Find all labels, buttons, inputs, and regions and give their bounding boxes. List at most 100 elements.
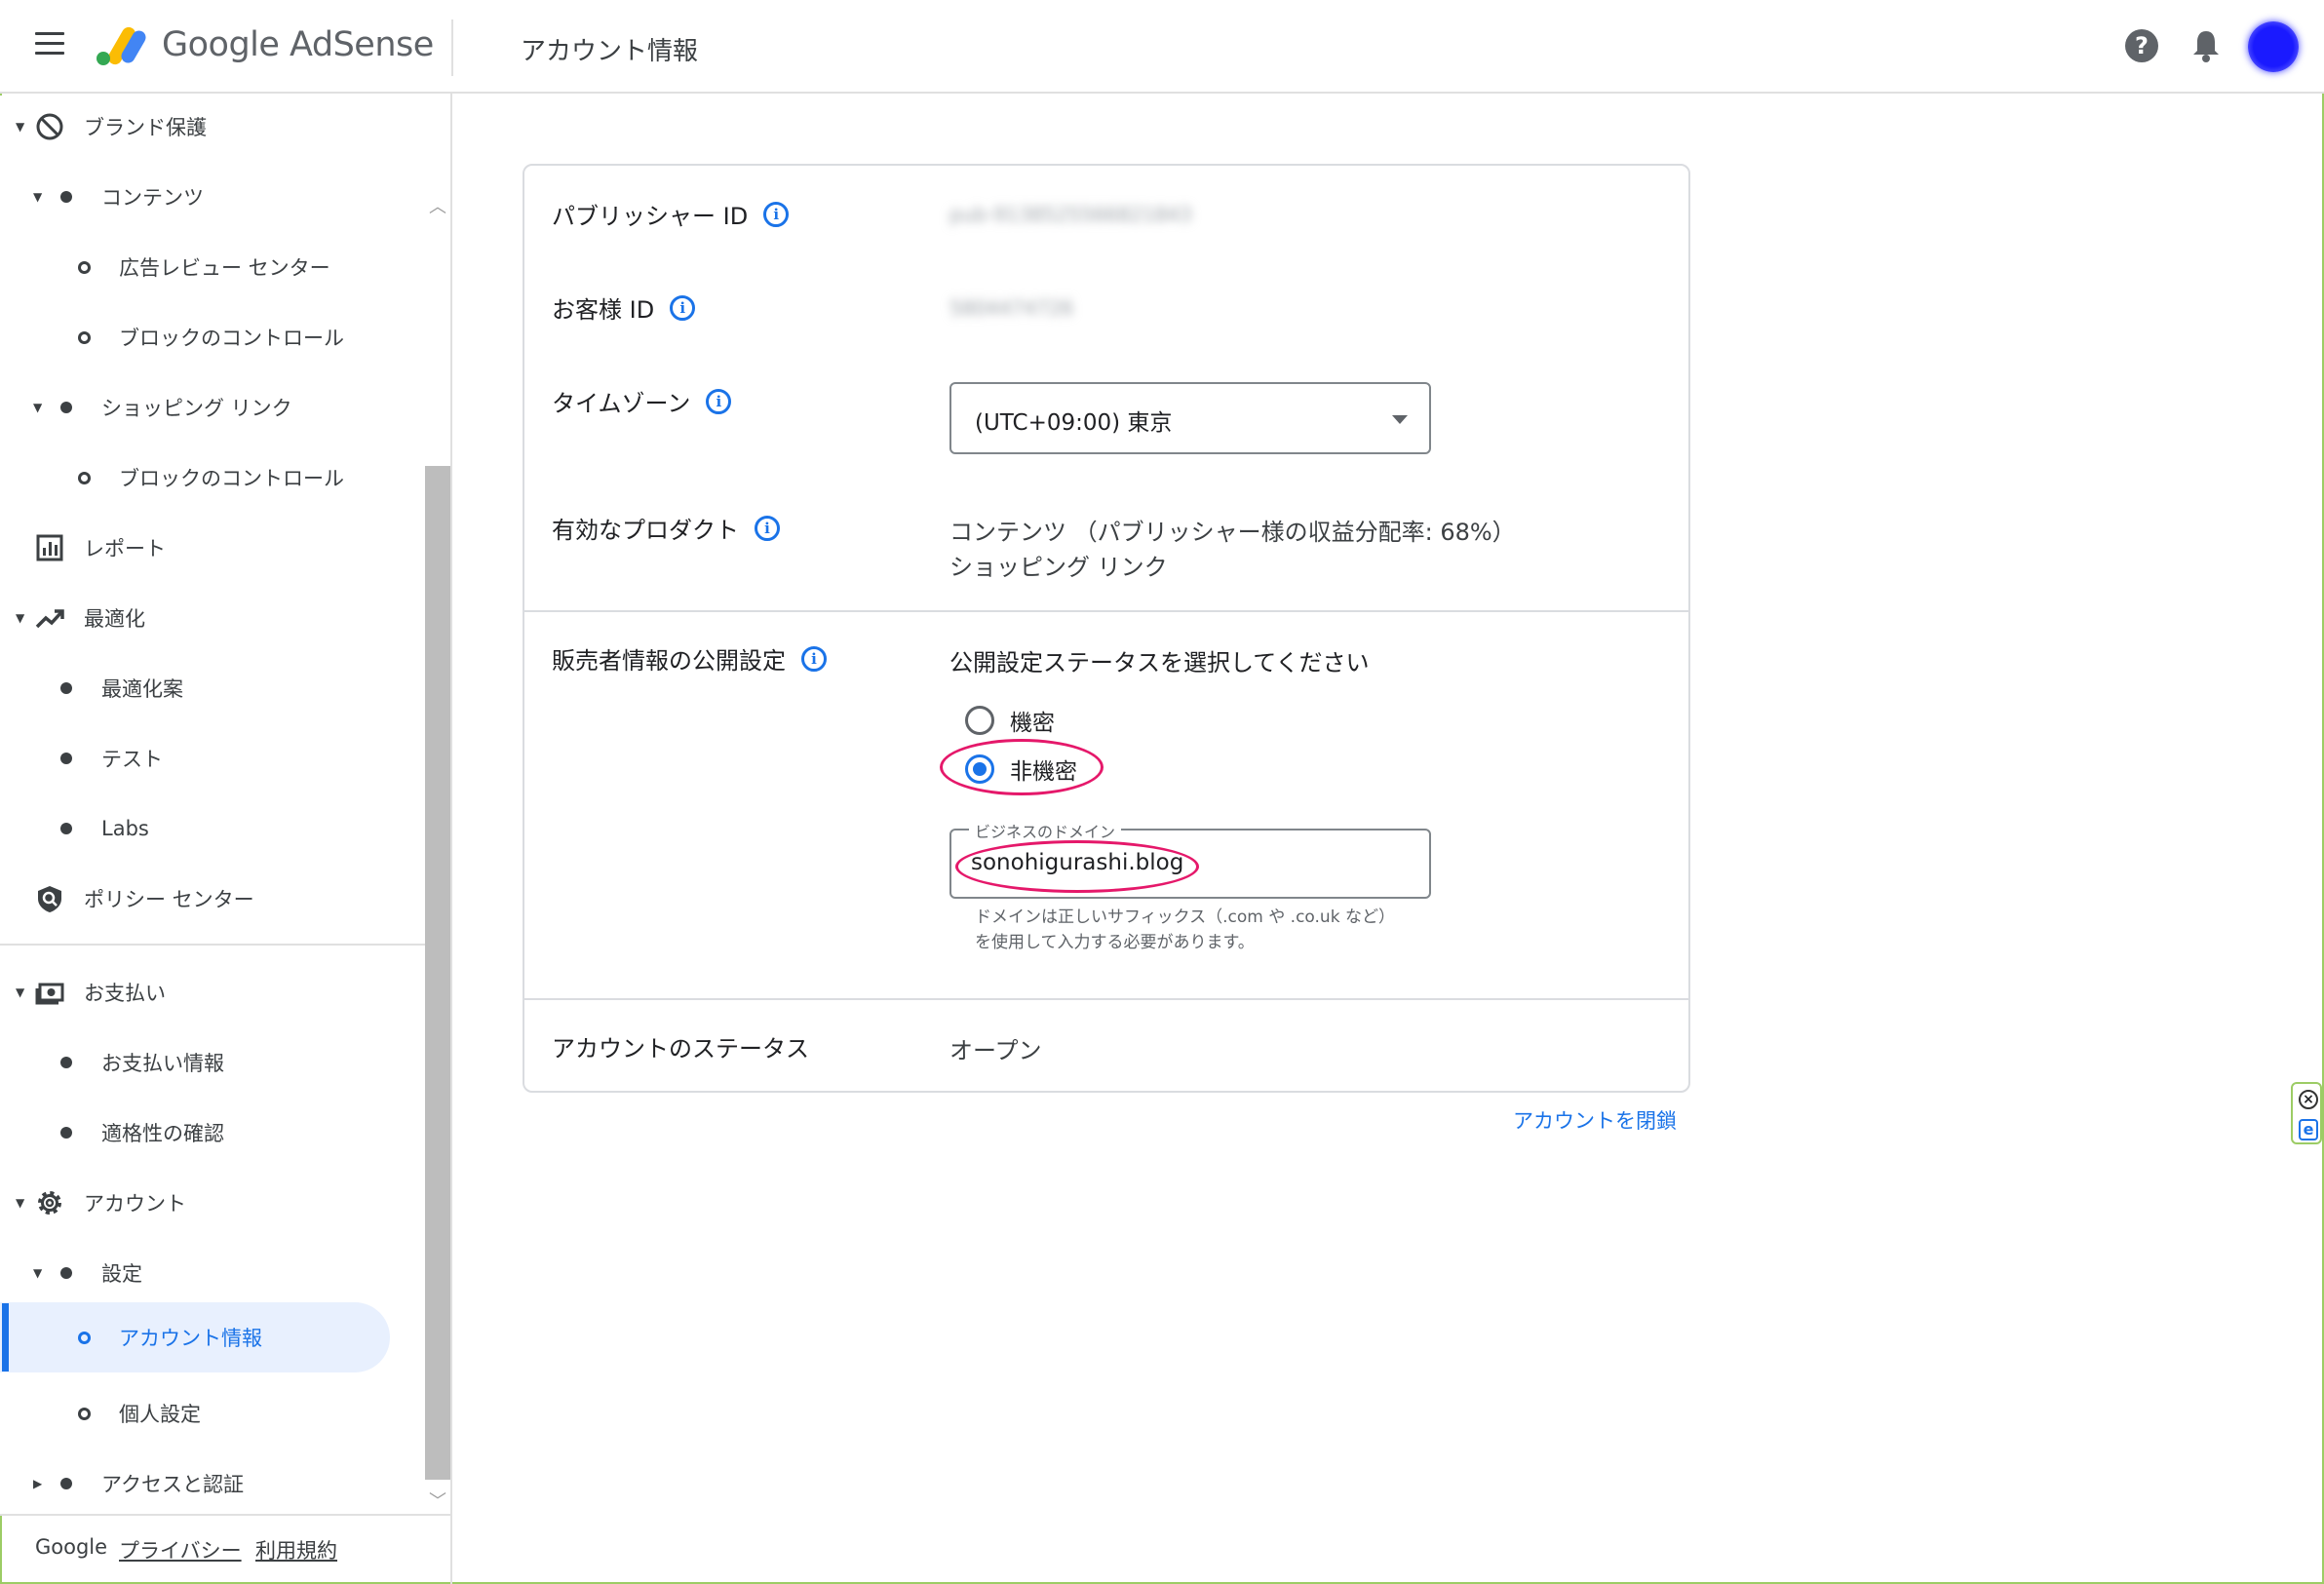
publisher-id-label: パブリッシャー ID i	[552, 197, 790, 231]
privacy-link[interactable]: プライバシー	[119, 1535, 242, 1565]
sidebar-item-ad-review-center[interactable]: 広告レビュー センター	[0, 238, 425, 296]
bullet-icon	[60, 682, 72, 694]
sidebar-item-payments[interactable]: ▼ お支払い	[0, 963, 425, 1022]
publisher-id-label-text: パブリッシャー ID	[552, 203, 749, 230]
avatar[interactable]	[2248, 21, 2299, 72]
sidebar-item-labs[interactable]: Labs	[0, 799, 425, 858]
block-icon	[36, 113, 63, 140]
ring-icon	[78, 1407, 91, 1420]
bullet-icon	[60, 191, 72, 203]
sidebar-item-label: アカウント	[84, 1192, 186, 1216]
publisher-id-value: pub-9138525566821843	[949, 203, 1192, 226]
sidebar-item-payments-info[interactable]: お支払い情報	[0, 1033, 425, 1092]
bullet-icon	[60, 402, 72, 413]
seller-prompt: 公開設定ステータスを選択してください	[949, 649, 1370, 676]
sidebar-item-blocking-controls[interactable]: ブロックのコントロール	[0, 308, 425, 367]
customer-id-label: お客様 ID i	[552, 290, 696, 325]
sidebar-item-label: アカウント情報	[119, 1327, 262, 1350]
scroll-up-icon[interactable]: ︿	[429, 193, 446, 218]
sidebar-item-experiments[interactable]: テスト	[0, 729, 425, 788]
sidebar-item-label: ポリシー センター	[84, 888, 254, 911]
adsense-logo-icon	[97, 26, 146, 65]
notification-bell-icon[interactable]	[2189, 27, 2223, 64]
sidebar-item-brand-protection[interactable]: ▼ ブランド保護	[0, 97, 425, 156]
bar-chart-icon	[36, 534, 63, 561]
sidebar-item-optimization[interactable]: ▼ 最適化	[0, 589, 425, 647]
radio-confidential[interactable]	[965, 706, 994, 735]
ring-icon	[78, 1331, 91, 1344]
timezone-label-text: タイムゾーン	[552, 390, 691, 417]
sidebar-item-policy-center[interactable]: ポリシー センター	[0, 869, 425, 928]
seller-info-label: 販売者情報の公開設定 i	[552, 641, 827, 676]
sidebar-item-label: お支払い情報	[101, 1052, 224, 1075]
top-bar: Google AdSense アカウント情報 ?	[0, 0, 2324, 94]
business-domain-label: ビジネスのドメイン	[969, 819, 1122, 842]
info-icon[interactable]: i	[801, 645, 827, 672]
caret-down-icon: ▼	[33, 401, 43, 414]
sidebar-scrollbar[interactable]	[425, 466, 450, 1480]
customer-id-value: 5804474726	[949, 296, 1074, 320]
radio-non-confidential[interactable]	[965, 754, 994, 784]
help-icon[interactable]: ?	[2125, 29, 2158, 62]
sidebar-divider	[0, 944, 425, 946]
sidebar-item-label: 最適化案	[101, 677, 183, 701]
info-icon[interactable]: i	[755, 515, 780, 541]
caret-down-icon: ▼	[16, 120, 25, 134]
sidebar-item-reports[interactable]: レポート	[0, 519, 425, 577]
info-icon[interactable]: i	[706, 388, 732, 414]
timezone-selected-value: (UTC+09:00) 東京	[975, 410, 1173, 436]
menu-icon[interactable]	[35, 32, 64, 56]
sidebar-item-account-information[interactable]: アカウント情報	[0, 1302, 390, 1372]
radio-confidential-label[interactable]: 機密	[1010, 704, 1055, 737]
sidebar-item-label: ブロックのコントロール	[119, 467, 344, 490]
status-value: オープン	[949, 1037, 1042, 1064]
timezone-select[interactable]: (UTC+09:00) 東京	[949, 382, 1431, 454]
sidebar-item-label: Labs	[101, 817, 149, 840]
sidebar-item-personal-settings[interactable]: 個人設定	[0, 1384, 425, 1443]
sidebar-item-label: ショッピング リンク	[101, 397, 292, 420]
bullet-icon	[60, 1478, 72, 1489]
sidebar-item-label: テスト	[101, 748, 163, 771]
sidebar-item-label: お支払い	[84, 982, 166, 1005]
sidebar-item-access-authorization[interactable]: ▶ アクセスと認証	[0, 1454, 425, 1513]
sidebar-item-shopping-blocking-controls[interactable]: ブロックのコントロール	[0, 448, 425, 507]
sidebar-item-label: レポート	[84, 537, 166, 560]
extension-widget[interactable]: × e	[2291, 1082, 2322, 1144]
business-domain-input[interactable]	[971, 850, 1400, 875]
sidebar-item-label: 最適化	[84, 607, 145, 631]
products-line-2: ショッピング リンク	[949, 554, 1168, 581]
trending-up-icon	[35, 609, 64, 629]
card-divider	[524, 998, 1688, 1000]
info-icon[interactable]: i	[763, 201, 790, 227]
ring-icon	[78, 330, 91, 344]
sidebar-item-shopping-links[interactable]: ▼ ショッピング リンク	[0, 378, 425, 437]
close-account-link[interactable]: アカウントを閉鎖	[1513, 1105, 1677, 1135]
app-name: Google AdSense	[162, 25, 434, 64]
extension-icon[interactable]: e	[2299, 1119, 2318, 1140]
sidebar-item-label: 個人設定	[119, 1403, 201, 1426]
radio-non-confidential-label[interactable]: 非機密	[1010, 753, 1077, 786]
active-indicator	[2, 1303, 9, 1372]
sidebar-item-suggestions[interactable]: 最適化案	[0, 659, 425, 717]
caret-down-icon: ▼	[16, 611, 25, 625]
sidebar-item-settings[interactable]: ▼ 設定	[0, 1244, 425, 1302]
sidebar-item-content[interactable]: ▼ コンテンツ	[0, 168, 425, 226]
business-domain-field[interactable]: ビジネスのドメイン	[949, 819, 1431, 899]
seller-info-label-text: 販売者情報の公開設定	[552, 647, 786, 675]
caret-down-icon: ▼	[16, 985, 25, 999]
dropdown-arrow-icon	[1392, 415, 1408, 424]
scroll-down-icon[interactable]: ﹀	[429, 1487, 446, 1513]
info-icon[interactable]: i	[670, 294, 696, 321]
ring-icon	[78, 260, 91, 274]
policy-shield-icon	[38, 886, 61, 912]
sidebar-item-account[interactable]: ▼ アカウント	[0, 1174, 425, 1232]
gear-icon	[38, 1191, 61, 1215]
terms-link[interactable]: 利用規約	[255, 1535, 337, 1565]
sidebar-item-label: 広告レビュー センター	[119, 256, 330, 280]
sidebar-item-label: ブランド保護	[84, 116, 207, 139]
bullet-icon	[60, 1127, 72, 1139]
sidebar-item-label: アクセスと認証	[101, 1473, 244, 1496]
products-label-text: 有効なプロダクト	[552, 517, 739, 544]
close-icon[interactable]: ×	[2299, 1090, 2318, 1109]
sidebar-item-eligibility[interactable]: 適格性の確認	[0, 1103, 425, 1162]
